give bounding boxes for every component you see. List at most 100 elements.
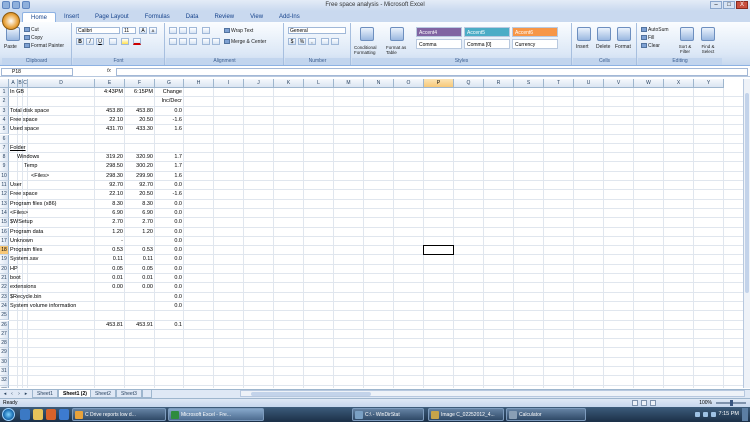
row-header[interactable]: 7 (0, 143, 9, 154)
increase-indent-icon[interactable] (212, 38, 220, 45)
vertical-scroll-thumb[interactable] (745, 93, 749, 293)
column-header-y[interactable]: Y (694, 79, 724, 88)
font-name-select[interactable]: Calibri (76, 27, 120, 34)
cell-f26[interactable]: 453.91 (125, 321, 153, 330)
cell-g12[interactable]: -1.6 (155, 190, 182, 199)
conditional-formatting-icon[interactable] (360, 27, 374, 41)
zoom-level[interactable]: 100% (699, 400, 712, 407)
tab-data[interactable]: Data (178, 12, 207, 22)
delete-icon[interactable] (597, 27, 611, 41)
number-format-select[interactable]: General (288, 27, 346, 34)
row-header[interactable]: 26 (0, 320, 9, 330)
cell-g11[interactable]: 0.0 (155, 181, 182, 190)
cell-f3[interactable]: 453.80 (125, 107, 153, 116)
cell-g15[interactable]: 0.0 (155, 218, 182, 227)
row-header[interactable]: 8 (0, 153, 9, 163)
cell-e16[interactable]: 1.20 (95, 228, 123, 237)
horizontal-scroll-thumb[interactable] (251, 392, 371, 396)
row-header[interactable]: 24 (0, 301, 9, 312)
volume-icon[interactable] (702, 412, 708, 417)
percent-button[interactable]: % (298, 38, 306, 45)
row-header[interactable]: 6 (0, 134, 9, 144)
column-header-r[interactable]: R (484, 79, 514, 88)
cell-d10[interactable]: <Files> (31, 172, 49, 181)
column-header-l[interactable]: L (304, 79, 334, 88)
row-header[interactable]: 21 (0, 274, 9, 284)
align-top-icon[interactable] (169, 27, 177, 34)
tab-insert[interactable]: Insert (56, 12, 87, 22)
cell-a21[interactable]: boot (10, 274, 21, 283)
find-select-icon[interactable] (701, 27, 715, 41)
font-color-icon[interactable] (133, 38, 141, 45)
cell-e18[interactable]: 0.53 (95, 246, 123, 255)
page-layout-view-icon[interactable] (641, 400, 647, 406)
comma-button[interactable]: , (308, 38, 316, 45)
align-middle-icon[interactable] (179, 27, 187, 34)
insert-icon[interactable] (577, 27, 591, 41)
active-cell[interactable] (423, 245, 454, 256)
zoom-slider-knob[interactable] (730, 400, 733, 406)
cell-f8[interactable]: 320.90 (125, 153, 153, 162)
cell-g21[interactable]: 0.0 (155, 274, 182, 283)
cell-a16[interactable]: Program data (10, 228, 43, 237)
cell-e5[interactable]: 431.70 (95, 125, 123, 134)
cell-f10[interactable]: 299.90 (125, 172, 153, 181)
taskbar-item[interactable]: Calculator (506, 408, 586, 421)
row-header[interactable]: 32 (0, 376, 9, 386)
cell-a24[interactable]: System volume information (10, 302, 76, 311)
cell-g5[interactable]: 1.6 (155, 125, 182, 134)
copy-button[interactable]: Copy (24, 35, 43, 41)
cell-g26[interactable]: 0.1 (155, 321, 182, 330)
cell-f21[interactable]: 0.01 (125, 274, 153, 283)
align-left-icon[interactable] (169, 38, 177, 45)
sheet-tab-sheet3[interactable]: Sheet3 (116, 390, 142, 398)
cell-style-accent4[interactable]: Accent4 (416, 27, 462, 37)
minimize-button[interactable]: – (710, 1, 722, 9)
increase-decimal-icon[interactable] (321, 38, 329, 45)
row-header[interactable]: 33 (0, 385, 9, 388)
column-header-j[interactable]: J (244, 79, 274, 88)
row-header[interactable]: 13 (0, 199, 9, 209)
wrap-text-button[interactable]: Wrap Text (224, 28, 253, 34)
font-size-select[interactable]: 11 (122, 27, 136, 34)
shrink-font-button[interactable]: A (149, 27, 157, 34)
cell-f1[interactable]: 6:15PM (125, 88, 153, 97)
cell-g23[interactable]: 0.0 (155, 293, 182, 302)
cell-f13[interactable]: 8.30 (125, 200, 153, 209)
cell-e8[interactable]: 319.20 (95, 153, 123, 162)
row-header[interactable]: 20 (0, 264, 9, 274)
conditional-formatting-button[interactable]: Conditional Formatting (354, 45, 384, 55)
merge-center-button[interactable]: Merge & Center (224, 39, 266, 45)
column-header-q[interactable]: Q (454, 79, 484, 88)
decrease-decimal-icon[interactable] (331, 38, 339, 45)
cell-a1[interactable]: In GB (10, 88, 24, 97)
column-header-g[interactable]: G (155, 79, 184, 88)
network-icon[interactable] (694, 412, 700, 417)
flag-icon[interactable] (710, 412, 716, 417)
cell-style-comma[interactable]: Comma (416, 39, 462, 49)
first-sheet-icon[interactable]: ◂ (2, 391, 8, 398)
cell-f20[interactable]: 0.05 (125, 265, 153, 274)
row-header[interactable]: 15 (0, 218, 9, 228)
next-sheet-icon[interactable]: › (16, 391, 22, 398)
cell-e4[interactable]: 22.10 (95, 116, 123, 125)
column-header-s[interactable]: S (514, 79, 544, 88)
cell-f19[interactable]: 0.11 (125, 255, 153, 264)
row-header[interactable]: 11 (0, 181, 9, 191)
insert-button[interactable]: Insert (576, 44, 589, 50)
cell-style-accent5[interactable]: Accent5 (464, 27, 510, 37)
column-header-o[interactable]: O (394, 79, 424, 88)
tab-formulas[interactable]: Formulas (137, 12, 178, 22)
office-button[interactable] (2, 12, 20, 30)
select-all-corner[interactable] (0, 79, 9, 88)
underline-button[interactable]: U (96, 38, 104, 45)
cell-f9[interactable]: 300.20 (125, 162, 153, 171)
row-header[interactable]: 1 (0, 88, 9, 98)
cell-e11[interactable]: 92.70 (95, 181, 123, 190)
cell-f16[interactable]: 1.20 (125, 228, 153, 237)
cell-g4[interactable]: -1.6 (155, 116, 182, 125)
cell-g3[interactable]: 0.0 (155, 107, 182, 116)
cell-e21[interactable]: 0.01 (95, 274, 123, 283)
taskbar-item[interactable]: C Drive reports low d... (72, 408, 166, 421)
sort-filter-button[interactable]: Sort & Filter (676, 44, 694, 54)
